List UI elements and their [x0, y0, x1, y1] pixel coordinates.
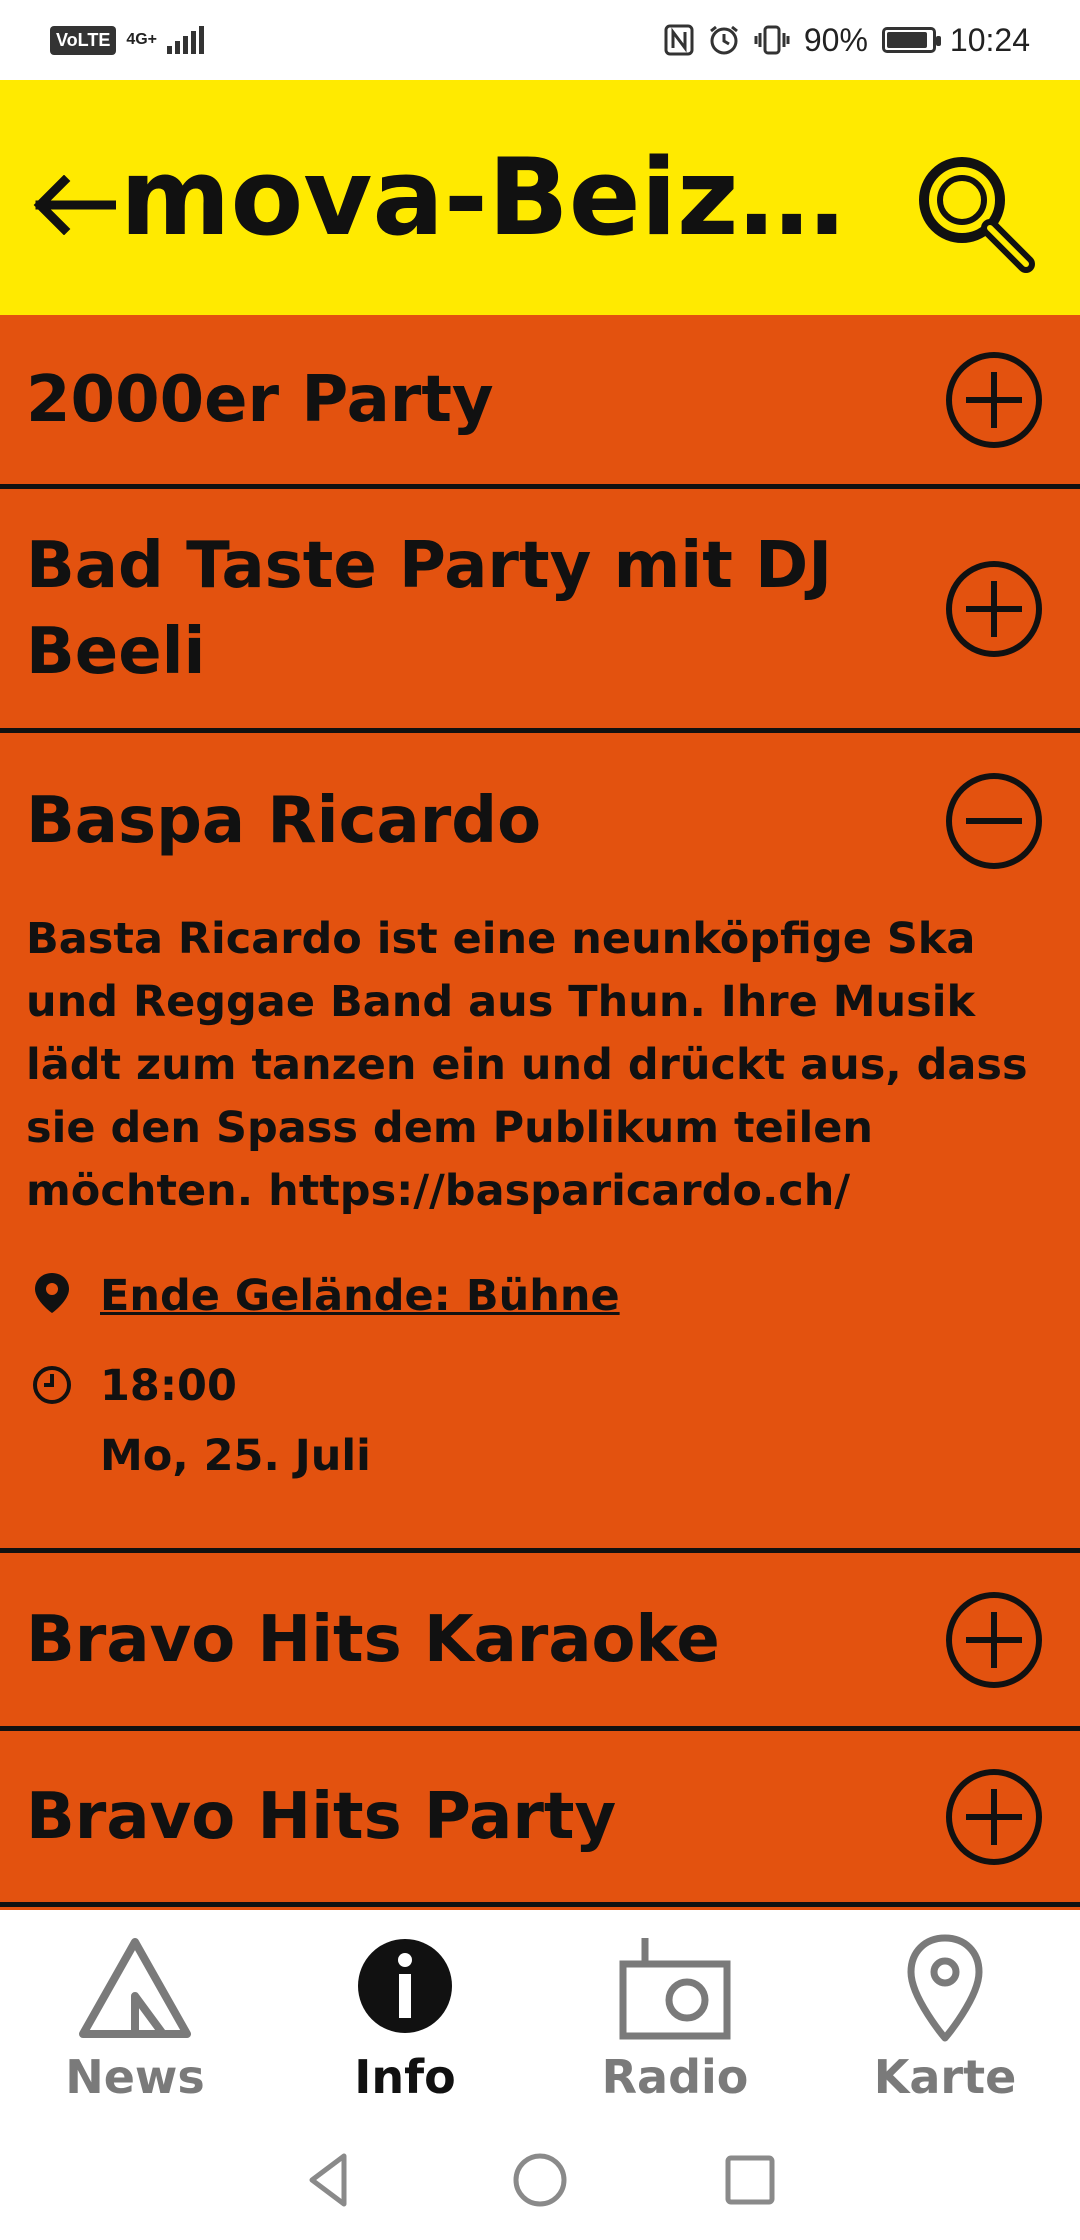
- clock-icon: [33, 1366, 71, 1404]
- event-description: Basta Ricardo ist eine neunköpfige Ska u…: [26, 914, 1028, 1216]
- nav-karte[interactable]: Karte: [810, 1910, 1080, 2120]
- time-row: 18:00 Mo, 25. Juli: [26, 1351, 1054, 1491]
- item-title: 2000er Party: [26, 362, 494, 437]
- system-nav-bar: [0, 2120, 1080, 2240]
- alarm-icon: [709, 25, 738, 55]
- nav-label: Info: [354, 2050, 456, 2104]
- list-item[interactable]: Bad Taste Party mit DJ Beeli: [0, 489, 1080, 733]
- list-item[interactable]: Bravo Hits Party: [0, 1731, 1080, 1907]
- item-header[interactable]: Bravo Hits Karaoke: [0, 1553, 1080, 1726]
- event-time: 18:00: [100, 1361, 237, 1411]
- volte-badge: VoLTE: [50, 25, 117, 55]
- network-type: 4G+: [126, 31, 158, 48]
- signal-icon: [167, 26, 205, 54]
- info-icon: [358, 1939, 452, 2033]
- nav-info[interactable]: Info: [270, 1910, 540, 2120]
- item-title: Bravo Hits Party: [26, 1779, 617, 1854]
- list-item-expanded[interactable]: Baspa Ricardo Basta Ricardo ist eine neu…: [0, 733, 1080, 1553]
- arrow-left-icon[interactable]: [30, 175, 116, 235]
- nav-news[interactable]: News: [0, 1910, 270, 2120]
- plus-circle-icon[interactable]: [944, 350, 1044, 450]
- list-item[interactable]: Bravo Hits Karaoke: [0, 1553, 1080, 1731]
- battery-percent: 90%: [803, 21, 868, 58]
- plus-circle-icon[interactable]: [944, 559, 1044, 659]
- status-left: VoLTE 4G+: [50, 25, 205, 55]
- minus-circle-icon[interactable]: [944, 771, 1044, 871]
- status-right: 90% 10:24: [664, 22, 1030, 59]
- system-home-icon[interactable]: [510, 2150, 570, 2210]
- system-back-icon[interactable]: [300, 2150, 360, 2210]
- event-list: 2000er Party Bad Taste Party mit DJ Beel…: [0, 315, 1080, 1910]
- nfc-icon: [664, 24, 694, 56]
- nav-radio[interactable]: Radio: [540, 1910, 810, 2120]
- item-header[interactable]: Bravo Hits Party: [0, 1731, 1080, 1902]
- item-detail: Basta Ricardo ist eine neunköpfige Ska u…: [0, 908, 1080, 1551]
- item-title: Bad Taste Party mit DJ Beeli: [26, 528, 832, 689]
- page-title: mova-Beize...: [120, 138, 870, 258]
- app-bar: mova-Beize...: [0, 80, 1080, 315]
- system-recents-icon[interactable]: [720, 2150, 780, 2210]
- nav-label: Radio: [601, 2050, 749, 2104]
- battery-icon: [881, 27, 941, 53]
- radio-icon: [619, 1938, 731, 2040]
- plus-circle-icon[interactable]: [944, 1767, 1044, 1867]
- status-bar: VoLTE 4G+ 90% 10:24: [0, 0, 1080, 80]
- event-date: Mo, 25. Juli: [100, 1431, 371, 1481]
- item-title: Bravo Hits Karaoke: [26, 1602, 720, 1677]
- item-header[interactable]: 2000er Party: [0, 315, 1080, 484]
- item-header[interactable]: Bad Taste Party mit DJ Beeli: [0, 489, 1080, 728]
- tent-icon: [79, 1938, 191, 2038]
- location-pin-icon: [35, 1273, 69, 1313]
- item-title: Baspa Ricardo: [26, 783, 542, 858]
- time-block: 18:00 Mo, 25. Juli: [100, 1351, 371, 1491]
- list-item[interactable]: 2000er Party: [0, 315, 1080, 489]
- nav-label: Karte: [873, 2050, 1017, 2104]
- vibrate-icon: [754, 25, 790, 55]
- bottom-navigation: News Info Radio Karte: [0, 1910, 1080, 2120]
- location-row: Ende Gelände: Bühne: [26, 1271, 1054, 1321]
- item-header[interactable]: Baspa Ricardo: [0, 733, 1080, 908]
- magnifier-icon[interactable]: [914, 152, 1038, 276]
- nav-label: News: [65, 2050, 205, 2104]
- plus-circle-icon[interactable]: [944, 1590, 1044, 1690]
- clock: 10:24: [949, 21, 1030, 58]
- location-link[interactable]: Ende Gelände: Bühne: [100, 1271, 620, 1321]
- map-pin-icon: [907, 1934, 983, 2042]
